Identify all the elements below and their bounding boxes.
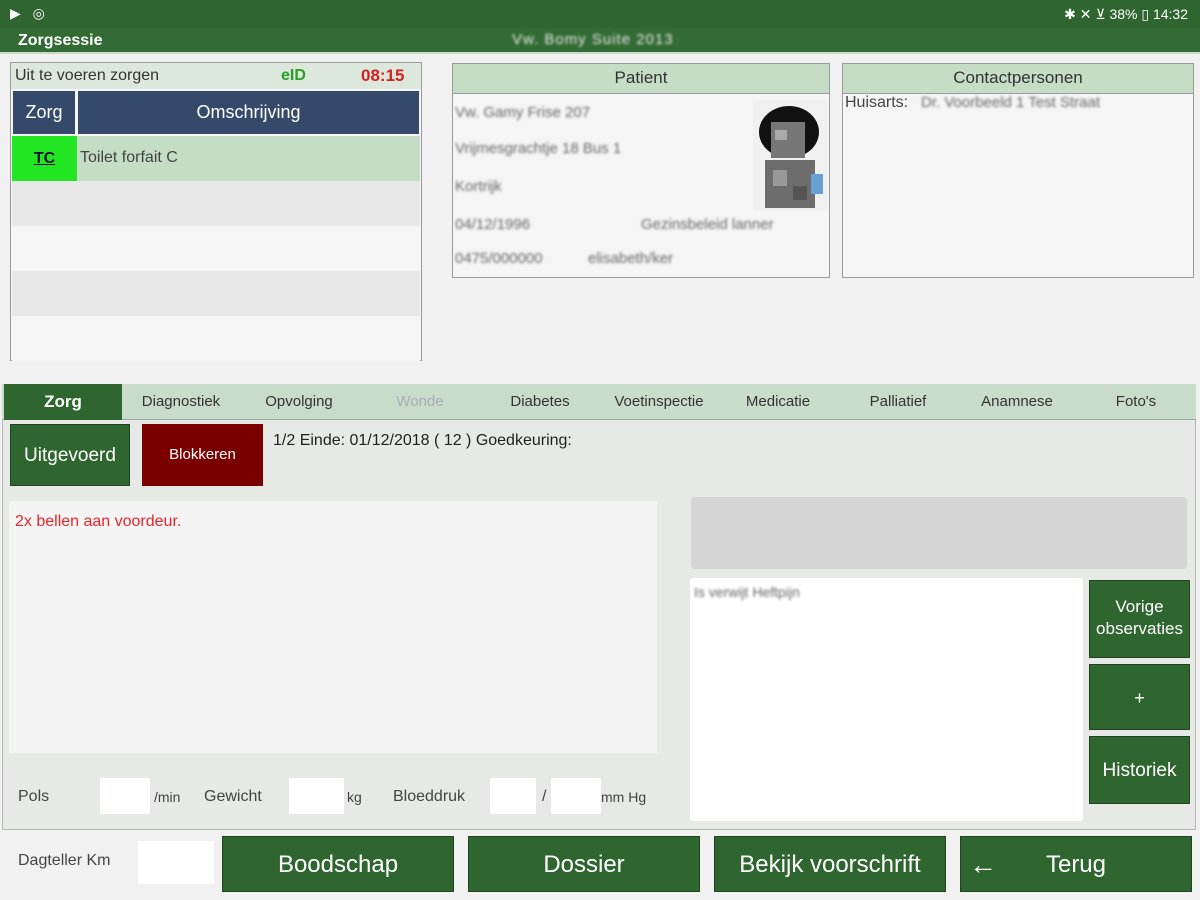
patient-detail: Gezinsbeleid lanner	[641, 216, 774, 233]
title-bar: Zorgsessie Vw. Bomy Suite 2013	[0, 28, 1200, 54]
observation-header-field[interactable]	[691, 497, 1187, 569]
patient-city: Kortrijk	[455, 178, 502, 195]
gewicht-unit: kg	[347, 789, 362, 805]
gewicht-input[interactable]	[289, 778, 344, 814]
care-note-text: 2x bellen aan voordeur.	[15, 513, 182, 530]
status-bar: ▶ ◎ ✱ ✕ ⊻ 38% ▯ 14:32	[0, 0, 1200, 28]
uitgevoerd-button[interactable]: Uitgevoerd	[10, 424, 130, 486]
observation-text-area[interactable]: Is verwijt Heftpijn	[690, 578, 1083, 821]
care-list-title: Uit te voeren zorgen	[15, 67, 160, 84]
pols-label: Pols	[18, 788, 50, 805]
patient-address: Vrijmesgrachtje 18 Bus 1	[455, 140, 622, 157]
column-header-omschrijving: Omschrijving	[78, 91, 419, 134]
contacts-panel: Contactpersonen Huisarts: Dr. Voorbeeld …	[842, 63, 1194, 278]
tab-wonde[interactable]: Wonde	[358, 384, 482, 420]
page-title: Zorgsessie	[18, 32, 103, 49]
bloeddruk-unit: mm Hg	[601, 789, 647, 805]
tab-diabetes[interactable]: Diabetes	[482, 384, 598, 420]
eid-indicator[interactable]: eID	[281, 67, 306, 85]
column-header-zorg: Zorg	[13, 91, 75, 134]
pols-input[interactable]	[100, 778, 150, 814]
patient-photo	[753, 100, 827, 210]
terug-button[interactable]: ← Terug	[960, 836, 1192, 892]
care-code[interactable]: TC	[12, 136, 77, 181]
tab-medicatie[interactable]: Medicatie	[720, 384, 836, 420]
bekijk-voorschrift-button[interactable]: Bekijk voorschrift	[714, 836, 946, 892]
tab-bar: Zorg Diagnostiek Opvolging Wonde Diabete…	[2, 384, 1196, 420]
bloeddruk-systolic-input[interactable]	[490, 778, 536, 814]
dagteller-label: Dagteller Km	[18, 852, 111, 869]
session-time: 08:15	[361, 66, 405, 85]
gp-label: Huisarts:	[845, 94, 909, 111]
observation-text: Is verwijt Heftpijn	[694, 584, 800, 600]
boodschap-button[interactable]: Boodschap	[222, 836, 454, 892]
patient-panel: Patient Vw. Gamy Frise 207 Vrijmesgracht…	[452, 63, 830, 278]
tab-opvolging[interactable]: Opvolging	[240, 384, 358, 420]
terug-label: Terug	[1045, 851, 1107, 878]
previous-observations-button[interactable]: Vorige observaties	[1089, 580, 1190, 658]
back-arrow-icon: ←	[969, 849, 997, 880]
care-info: 1/2 Einde: 01/12/2018 ( 12 ) Goedkeuring…	[273, 432, 572, 449]
tab-fotos[interactable]: Foto's	[1074, 384, 1198, 420]
contacts-header: Contactpersonen	[843, 64, 1193, 94]
gewicht-label: Gewicht	[204, 788, 262, 805]
bloeddruk-label: Bloeddruk	[393, 788, 466, 805]
tab-anamnese[interactable]: Anamnese	[960, 384, 1074, 420]
care-list-panel: Uit te voeren zorgen eID 08:15 Zorg Omsc…	[10, 62, 422, 361]
patient-birthdate: 04/12/1996	[455, 216, 531, 233]
care-description: Toilet forfait C	[80, 149, 178, 166]
system-status: ✱ ✕ ⊻ 38% ▯ 14:32	[1064, 6, 1188, 22]
dagteller-input[interactable]	[138, 841, 214, 884]
patient-name: Vw. Gamy Frise 207	[455, 104, 591, 121]
pols-unit: /min	[154, 789, 181, 805]
tab-diagnostiek[interactable]: Diagnostiek	[122, 384, 240, 420]
table-row[interactable]	[12, 271, 420, 316]
bloeddruk-separator: /	[542, 788, 547, 805]
patient-header: Patient	[453, 64, 829, 94]
patient-extra: elisabeth/ker	[588, 250, 674, 267]
notification-icons: ▶ ◎	[10, 5, 49, 21]
gp-value: Dr. Voorbeeld 1 Test Straat	[921, 94, 1100, 111]
table-row[interactable]: TC Toilet forfait C	[12, 136, 420, 181]
history-button[interactable]: Historiek	[1089, 736, 1190, 804]
tab-palliatief[interactable]: Palliatief	[836, 384, 960, 420]
tab-zorg[interactable]: Zorg	[4, 384, 122, 420]
session-patient-name: Vw. Bomy Suite 2013	[512, 31, 674, 48]
bloeddruk-diastolic-input[interactable]	[551, 778, 601, 814]
table-row[interactable]	[12, 181, 420, 226]
patient-phone: 0475/000000	[455, 250, 543, 267]
blokkeren-button[interactable]: Blokkeren	[142, 424, 263, 486]
care-list-header: Uit te voeren zorgen eID 08:15	[11, 63, 421, 89]
add-observation-button[interactable]: +	[1089, 664, 1190, 730]
dossier-button[interactable]: Dossier	[468, 836, 700, 892]
tab-voetinspectie[interactable]: Voetinspectie	[598, 384, 720, 420]
care-note-area[interactable]: 2x bellen aan voordeur.	[9, 501, 657, 753]
table-row[interactable]	[12, 226, 420, 271]
table-row[interactable]	[12, 316, 420, 361]
